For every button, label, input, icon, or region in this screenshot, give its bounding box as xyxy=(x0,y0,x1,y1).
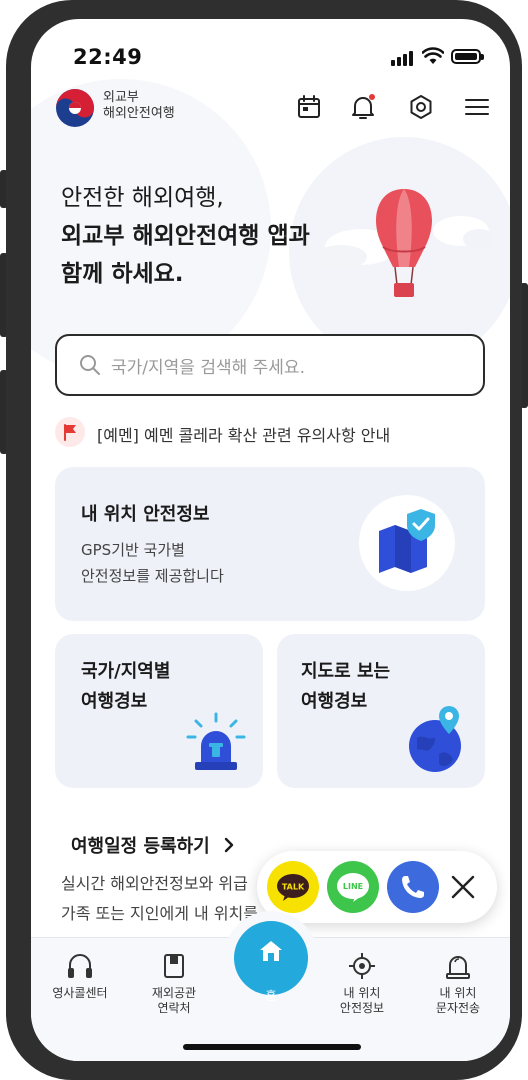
nav-location-sms-label-line2: 문자전송 xyxy=(435,1001,481,1015)
nav-my-location-label-line1: 내 위치 xyxy=(343,986,381,1000)
wifi-icon xyxy=(422,47,444,64)
call-button[interactable] xyxy=(387,861,439,913)
country-alert-title-line1: 국가/지역별 xyxy=(81,661,171,682)
menu-icon[interactable] xyxy=(463,93,491,121)
app-screen: 22:49 외교부 해외안전여행 안전한 해외여행, 외교부 해외안전여행 앱과… xyxy=(31,19,510,1061)
nav-embassy-label-line2: 연락처 xyxy=(157,1001,191,1015)
line-label: LINE xyxy=(343,882,363,891)
settings-icon[interactable] xyxy=(407,93,435,121)
alarm-icon xyxy=(446,956,470,979)
location-safety-card[interactable]: 내 위치 안전정보 GPS기반 국가별 안전정보를 제공합니다 xyxy=(55,467,485,621)
home-button[interactable] xyxy=(234,921,308,995)
share-floating-bar: TALK LINE xyxy=(257,851,497,923)
location-target-icon xyxy=(349,953,375,979)
status-time: 22:49 xyxy=(73,45,143,69)
country-alert-card[interactable]: 국가/지역별 여행경보 xyxy=(55,634,263,788)
headset-icon xyxy=(68,954,92,978)
hero-line3: 함께 하세요. xyxy=(61,261,184,287)
schedule-title: 여행일정 등록하기 xyxy=(71,836,210,857)
hero-text: 안전한 해외여행, 외교부 해외안전여행 앱과 함께 하세요. xyxy=(61,179,310,293)
search-placeholder: 국가/지역을 검색해 주세요. xyxy=(111,358,305,378)
book-icon xyxy=(164,954,184,978)
notice-text: [예멘] 예멘 콜레라 확산 관련 유의사항 안내 xyxy=(97,426,391,445)
government-logo xyxy=(56,89,94,127)
nav-embassy-label-line1: 재외공관 xyxy=(151,986,197,1000)
flag-icon xyxy=(55,417,85,447)
globe-pin-icon xyxy=(409,706,461,772)
line-button[interactable]: LINE xyxy=(327,861,379,913)
close-icon[interactable] xyxy=(450,874,476,900)
siren-icon xyxy=(186,712,246,770)
home-icon xyxy=(260,941,282,961)
battery-icon xyxy=(451,49,484,64)
nav-my-location-label-line2: 안전정보 xyxy=(339,1001,385,1015)
search-icon xyxy=(80,355,100,375)
home-label: 홈 xyxy=(265,989,277,1003)
home-indicator[interactable] xyxy=(183,1044,361,1050)
location-safety-desc-line2: 안전정보를 제공합니다 xyxy=(81,567,224,585)
map-alert-title-line2: 여행경보 xyxy=(301,691,368,712)
country-alert-title-line2: 여행경보 xyxy=(81,691,148,712)
nav-location-sms-label-line1: 내 위치 xyxy=(439,986,477,1000)
hero-line2: 외교부 해외안전여행 앱과 xyxy=(61,223,310,249)
nav-location-sms-label: 내 위치 문자전송 xyxy=(413,986,503,1016)
nav-embassy-label: 재외공관 연락처 xyxy=(129,986,219,1016)
map-alert-card[interactable]: 지도로 보는 여행경보 xyxy=(277,634,485,788)
nav-my-location-label: 내 위치 안전정보 xyxy=(317,986,407,1016)
brand-line1: 외교부 xyxy=(103,90,139,105)
map-shield-illustration xyxy=(359,495,455,591)
kakao-talk-button[interactable]: TALK xyxy=(267,861,319,913)
location-safety-title: 내 위치 안전정보 xyxy=(81,504,210,525)
hero-line1: 안전한 해외여행, xyxy=(61,185,224,211)
brand-line2: 해외안전여행 xyxy=(103,106,175,121)
nav-consular-label: 영사콜센터 xyxy=(52,986,108,1000)
hot-air-balloon-illustration xyxy=(315,189,491,297)
calendar-icon[interactable] xyxy=(295,93,323,121)
phone-frame: 22:49 외교부 해외안전여행 안전한 해외여행, 외교부 해외안전여행 앱과… xyxy=(6,0,522,1080)
phone-icon xyxy=(402,876,424,898)
brand-name: 외교부 해외안전여행 xyxy=(103,90,175,122)
notice-banner[interactable]: [예멘] 예멘 콜레라 확산 관련 유의사항 안내 xyxy=(55,417,485,449)
status-bar: 22:49 xyxy=(31,19,510,95)
location-safety-desc-line1: GPS기반 국가별 xyxy=(81,541,185,559)
search-field[interactable]: 국가/지역을 검색해 주세요. xyxy=(55,334,485,396)
bell-icon[interactable] xyxy=(349,93,377,121)
kakao-label: TALK xyxy=(282,883,305,892)
chevron-right-icon xyxy=(224,837,234,853)
map-alert-title-line1: 지도로 보는 xyxy=(301,661,391,682)
schedule-register-link[interactable]: 여행일정 등록하기 xyxy=(71,832,236,858)
signal-icon xyxy=(391,50,417,66)
